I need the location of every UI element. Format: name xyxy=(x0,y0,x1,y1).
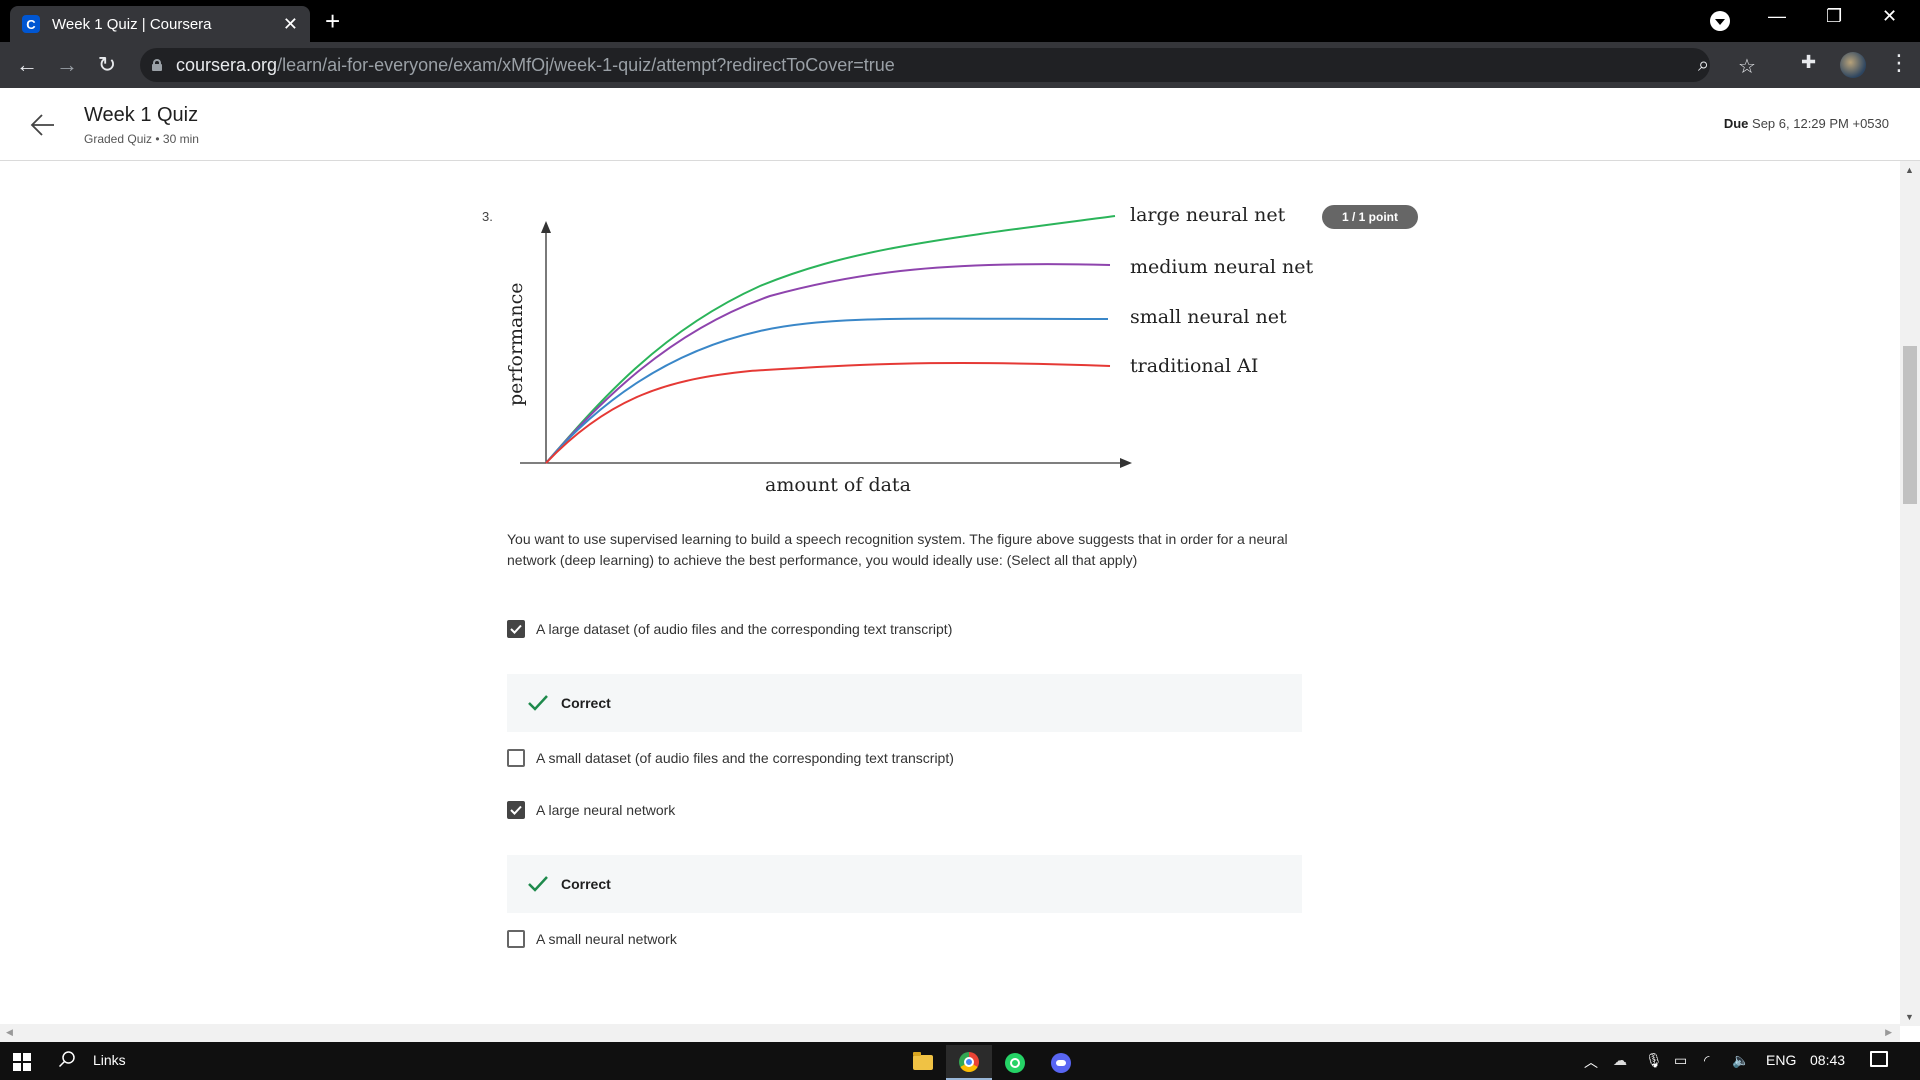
series-label-medium-neural-net: medium neural net xyxy=(1130,256,1314,278)
series-line-small-neural-net xyxy=(545,317,1109,464)
feedback-text: Correct xyxy=(561,695,611,711)
taskbar-discord[interactable] xyxy=(1038,1045,1084,1080)
notification-icon[interactable] xyxy=(1870,1051,1888,1067)
points-badge: 1 / 1 point xyxy=(1322,205,1418,229)
chrome-icon xyxy=(959,1051,979,1072)
check-icon xyxy=(528,695,548,711)
discord-icon xyxy=(1051,1052,1071,1073)
question-number: 3. xyxy=(482,209,493,224)
scroll-left-icon[interactable]: ◀ xyxy=(6,1027,13,1038)
option-label: A small neural network xyxy=(536,931,677,947)
microphone-icon[interactable]: 🎙 xyxy=(1645,1052,1663,1069)
battery-icon[interactable]: ▭ xyxy=(1674,1052,1687,1069)
performance-chart: large neural net medium neural net small… xyxy=(505,204,1314,496)
address-bar[interactable]: coursera.org/learn/ai-for-everyone/exam/… xyxy=(140,48,1756,82)
close-window-icon[interactable]: ✕ xyxy=(1882,6,1897,27)
quiz-content[interactable]: 3. 1 / 1 point large neural net medium n… xyxy=(0,161,1900,1026)
whatsapp-icon xyxy=(1005,1052,1025,1073)
scrollbar-thumb[interactable] xyxy=(1903,346,1917,504)
onedrive-icon[interactable]: ☁ xyxy=(1613,1052,1627,1069)
feedback-text: Correct xyxy=(561,876,611,892)
quiz-header: Week 1 Quiz Graded Quiz • 30 min Due Sep… xyxy=(0,88,1920,161)
zoom-icon[interactable]: ⌕ xyxy=(1698,54,1709,77)
windows-start-icon[interactable] xyxy=(13,1053,31,1071)
answer-option[interactable]: A large neural network xyxy=(507,801,675,819)
checkmark-icon xyxy=(510,805,522,815)
forward-icon[interactable]: → xyxy=(52,50,82,80)
answer-option[interactable]: A small neural network xyxy=(507,930,677,948)
checkbox-checked[interactable] xyxy=(507,801,525,819)
lock-icon xyxy=(152,59,162,71)
x-axis-arrow xyxy=(1120,458,1132,468)
new-tab-icon[interactable]: + xyxy=(325,6,340,36)
taskbar-file-explorer[interactable] xyxy=(900,1045,946,1080)
option-label: A small dataset (of audio files and the … xyxy=(536,750,954,766)
due-date: Due Sep 6, 12:29 PM +0530 xyxy=(1724,116,1889,131)
taskbar-search-label[interactable]: Links xyxy=(93,1052,126,1068)
taskbar-whatsapp[interactable] xyxy=(992,1045,1038,1080)
series-label-large-neural-net: large neural net xyxy=(1130,204,1286,226)
browser-toolbar: ← → ↻ coursera.org/learn/ai-for-everyone… xyxy=(0,42,1920,88)
checkmark-icon xyxy=(510,624,522,634)
url-host: coursera.org xyxy=(176,54,278,75)
search-icon[interactable] xyxy=(58,1050,76,1068)
folder-icon xyxy=(913,1052,933,1070)
x-axis-label: amount of data xyxy=(765,474,911,496)
volume-icon[interactable]: 🔈 xyxy=(1732,1052,1749,1069)
clock[interactable]: 08:43 xyxy=(1810,1052,1845,1068)
series-line-large-neural-net xyxy=(545,215,1116,464)
series-label-traditional-ai: traditional AI xyxy=(1130,355,1258,377)
tab-close-icon[interactable]: ✕ xyxy=(283,14,298,35)
option-label: A large neural network xyxy=(536,802,676,818)
due-label: Due xyxy=(1723,116,1749,131)
browser-tabstrip: C Week 1 Quiz | Coursera ✕ + — ❐ ✕ xyxy=(0,0,1920,42)
taskbar: Links ︿ ☁ 🎙 ▭ ◜ 🔈 ENG 08:43 xyxy=(0,1042,1920,1080)
checkbox-unchecked[interactable] xyxy=(507,749,525,767)
taskbar-chrome[interactable] xyxy=(946,1045,992,1080)
answer-option[interactable]: A large dataset (of audio files and the … xyxy=(507,620,952,638)
y-axis-label: performance xyxy=(505,282,527,406)
url-path: /learn/ai-for-everyone/exam/xMfOj/week-1… xyxy=(277,54,895,75)
tray-overflow-icon[interactable]: ︿ xyxy=(1584,1052,1598,1072)
option-label: A large dataset (of audio files and the … xyxy=(536,621,953,637)
browser-menu-icon[interactable]: ⋮ xyxy=(1888,50,1910,76)
feedback-correct: Correct xyxy=(507,855,1302,913)
series-label-small-neural-net: small neural net xyxy=(1130,306,1287,328)
scroll-right-icon[interactable]: ▶ xyxy=(1885,1027,1892,1038)
reload-icon[interactable]: ↻ xyxy=(92,50,122,80)
checkbox-checked[interactable] xyxy=(507,620,525,638)
tab-search-icon[interactable] xyxy=(1710,11,1730,31)
y-axis-arrow xyxy=(541,221,551,233)
feedback-correct: Correct xyxy=(507,674,1302,732)
url-text: coursera.org/learn/ai-for-everyone/exam/… xyxy=(176,55,895,76)
browser-tab[interactable]: C Week 1 Quiz | Coursera ✕ xyxy=(10,6,310,42)
restore-icon[interactable]: ❐ xyxy=(1826,6,1842,27)
back-arrow-icon[interactable] xyxy=(28,110,58,140)
bookmark-star-icon[interactable]: ☆ xyxy=(1738,54,1756,79)
scroll-down-icon[interactable]: ▼ xyxy=(1905,1012,1914,1022)
check-icon xyxy=(528,876,548,892)
answer-option[interactable]: A small dataset (of audio files and the … xyxy=(507,749,954,767)
back-icon[interactable]: ← xyxy=(12,50,42,80)
quiz-meta: Graded Quiz • 30 min xyxy=(84,132,199,146)
extensions-puzzle-icon[interactable]: ✚ xyxy=(1801,52,1816,73)
tab-title: Week 1 Quiz | Coursera xyxy=(52,15,212,33)
minimize-icon[interactable]: — xyxy=(1768,6,1786,27)
wifi-icon[interactable]: ◜ xyxy=(1704,1052,1709,1069)
language-indicator[interactable]: ENG xyxy=(1766,1052,1796,1068)
vertical-scrollbar[interactable]: ▲ ▼ xyxy=(1900,161,1920,1026)
horizontal-scrollbar[interactable]: ◀ ▶ xyxy=(0,1024,1900,1042)
checkbox-unchecked[interactable] xyxy=(507,930,525,948)
question-prompt: You want to use supervised learning to b… xyxy=(507,531,1288,568)
coursera-favicon-icon: C xyxy=(22,15,40,33)
due-value: Sep 6, 12:29 PM +0530 xyxy=(1752,116,1889,131)
profile-avatar[interactable] xyxy=(1840,52,1866,78)
scroll-up-icon[interactable]: ▲ xyxy=(1905,165,1914,175)
page-title: Week 1 Quiz xyxy=(84,104,199,126)
